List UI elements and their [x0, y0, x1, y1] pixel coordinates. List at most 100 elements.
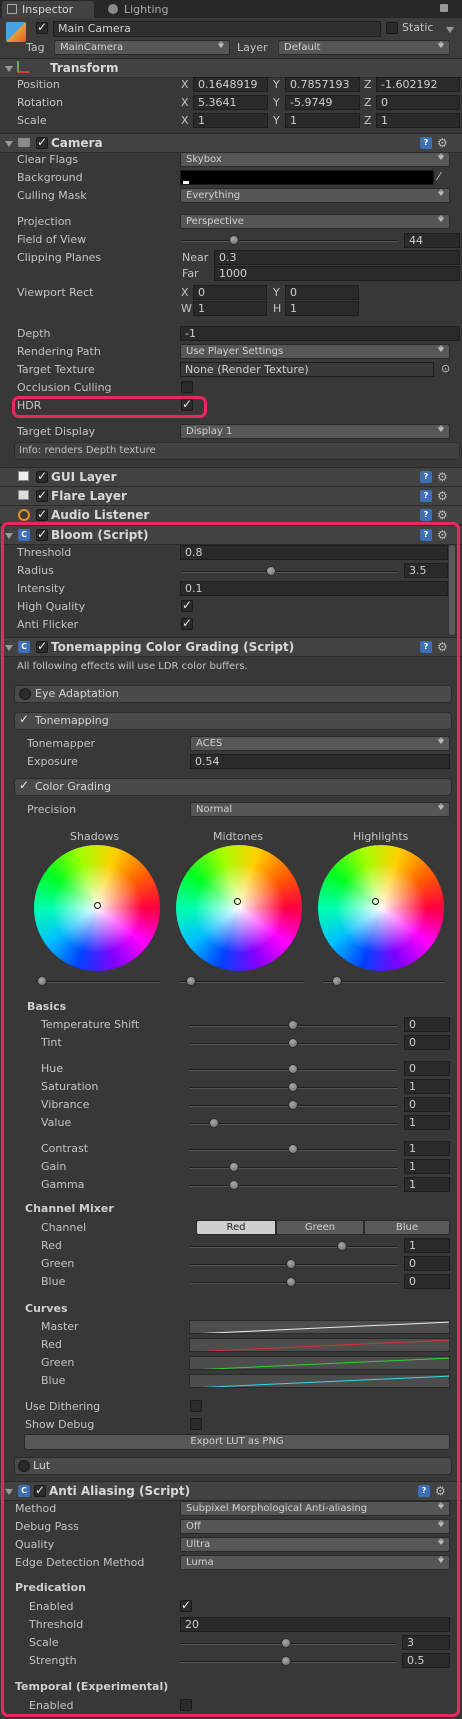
fov-slider-track[interactable] [182, 240, 398, 242]
fov-value-field[interactable]: 44 [404, 233, 460, 248]
far-label: Far [182, 267, 199, 280]
post-effects-highlight-box [1, 522, 460, 1717]
background-alpha-bar [183, 181, 189, 184]
camera-icon [18, 138, 30, 147]
active-checkbox[interactable] [36, 20, 48, 34]
flare-layer-gear-icon[interactable]: ⚙ [437, 490, 448, 502]
viewport-w-field[interactable]: 1 [193, 301, 267, 316]
flare-layer-title: Flare Layer [51, 489, 127, 503]
viewport-y-field[interactable]: 0 [285, 285, 359, 300]
target-texture-field[interactable]: None (Render Texture) [180, 362, 434, 377]
background-color-swatch[interactable] [180, 170, 434, 185]
clipping-planes-label: Clipping Planes [17, 251, 102, 264]
tag-dropdown[interactable]: MainCamera [54, 40, 230, 55]
rendering-path-dropdown[interactable]: Use Player Settings [180, 344, 450, 359]
tag-label: Tag [26, 41, 45, 54]
target-display-dropdown[interactable]: Display 1 [180, 424, 450, 439]
viewport-y-axis: Y [273, 286, 280, 299]
rotation-x-field[interactable]: 5.3641 [193, 95, 268, 110]
fov-label: Field of View [17, 233, 87, 246]
rotation-label: Rotation [17, 96, 64, 109]
far-field[interactable]: 1000 [214, 266, 460, 281]
gui-layer-title: GUI Layer [51, 470, 117, 484]
hdr-label: HDR [17, 399, 42, 412]
rotation-z-field[interactable]: 0 [376, 95, 460, 110]
camera-help-icon[interactable]: ? [420, 137, 432, 149]
target-texture-label: Target Texture [17, 363, 95, 376]
static-label: Static [402, 21, 434, 34]
viewport-rect-label: Viewport Rect [17, 286, 94, 299]
scale-label: Scale [17, 114, 47, 127]
flare-layer-icon [18, 490, 29, 500]
rotation-y-axis: Y [273, 96, 280, 109]
object-name-field[interactable]: Main Camera [53, 21, 381, 37]
viewport-h-axis: H [273, 302, 282, 315]
flare-layer-help-icon[interactable]: ? [420, 490, 432, 502]
position-label: Position [17, 78, 60, 91]
tab-lighting-label: Lighting [124, 3, 169, 16]
lighting-tab-icon [108, 4, 118, 14]
clear-flags-dropdown[interactable]: Skybox [180, 152, 450, 167]
camera-enabled-checkbox[interactable] [36, 135, 48, 149]
depth-label: Depth [17, 327, 51, 340]
gui-layer-gear-icon[interactable]: ⚙ [437, 471, 448, 483]
position-z-field[interactable]: -1.602192 [376, 77, 460, 92]
projection-dropdown[interactable]: Perspective [180, 214, 450, 229]
static-checkbox[interactable] [386, 22, 398, 34]
info-box: Info: renders Depth texture [14, 442, 460, 460]
occlusion-culling-label: Occlusion Culling [17, 381, 112, 394]
audio-listener-icon [18, 509, 30, 521]
culling-mask-dropdown[interactable]: Everything [180, 188, 450, 203]
position-y-axis: Y [273, 78, 280, 91]
viewport-w-axis: W [181, 302, 192, 315]
position-z-axis: Z [364, 78, 372, 91]
rendering-path-label: Rendering Path [17, 345, 101, 358]
tab-inspector-label: Inspector [22, 3, 74, 16]
near-field[interactable]: 0.3 [214, 250, 460, 265]
foldout-camera-icon[interactable] [5, 141, 13, 147]
audio-listener-gear-icon[interactable]: ⚙ [437, 509, 448, 521]
layer-label: Layer [237, 41, 268, 54]
viewport-x-axis: X [181, 286, 189, 299]
info-text: Info: renders Depth texture [19, 445, 156, 456]
hdr-checkbox[interactable] [181, 397, 193, 411]
occlusion-culling-checkbox[interactable] [181, 381, 193, 393]
rotation-y-field[interactable]: -5.9749 [285, 95, 360, 110]
position-x-field[interactable]: 0.1648919 [193, 77, 268, 92]
scale-y-field[interactable]: 1 [285, 113, 360, 128]
layer-dropdown[interactable]: Default [278, 40, 450, 55]
projection-label: Projection [17, 215, 72, 228]
scale-z-field[interactable]: 1 [376, 113, 460, 128]
camera-title: Camera [51, 136, 103, 150]
scale-z-axis: Z [364, 114, 372, 127]
viewport-x-field[interactable]: 0 [193, 285, 267, 300]
static-dropdown-arrow-icon[interactable] [446, 27, 454, 33]
scale-x-axis: X [181, 114, 189, 127]
foldout-transform-icon[interactable] [5, 66, 13, 72]
target-texture-picker-icon[interactable]: ⊙ [441, 362, 450, 375]
gui-layer-checkbox[interactable] [36, 469, 48, 483]
color-picker-icon[interactable]: ⁄ [438, 170, 440, 183]
audio-listener-help-icon[interactable]: ? [420, 509, 432, 521]
position-x-axis: X [181, 78, 189, 91]
fov-slider-thumb[interactable] [229, 235, 239, 245]
background-label: Background [17, 171, 83, 184]
gui-layer-icon [18, 471, 29, 481]
target-display-label: Target Display [17, 425, 96, 438]
depth-field[interactable]: -1 [180, 326, 460, 341]
viewport-h-field[interactable]: 1 [285, 301, 359, 316]
rotation-z-axis: Z [364, 96, 372, 109]
scale-y-axis: Y [273, 114, 280, 127]
flare-layer-checkbox[interactable] [36, 488, 48, 502]
camera-gear-icon[interactable]: ⚙ [437, 137, 448, 149]
inspector-tab-icon [7, 4, 17, 14]
lock-icon[interactable] [440, 4, 448, 12]
near-label: Near [182, 251, 209, 264]
scale-x-field[interactable]: 1 [193, 113, 268, 128]
culling-mask-label: Culling Mask [17, 189, 87, 202]
gui-layer-help-icon[interactable]: ? [420, 471, 432, 483]
audio-listener-title: Audio Listener [51, 508, 150, 522]
position-y-field[interactable]: 0.7857193 [285, 77, 360, 92]
audio-listener-checkbox[interactable] [36, 507, 48, 521]
rotation-x-axis: X [181, 96, 189, 109]
